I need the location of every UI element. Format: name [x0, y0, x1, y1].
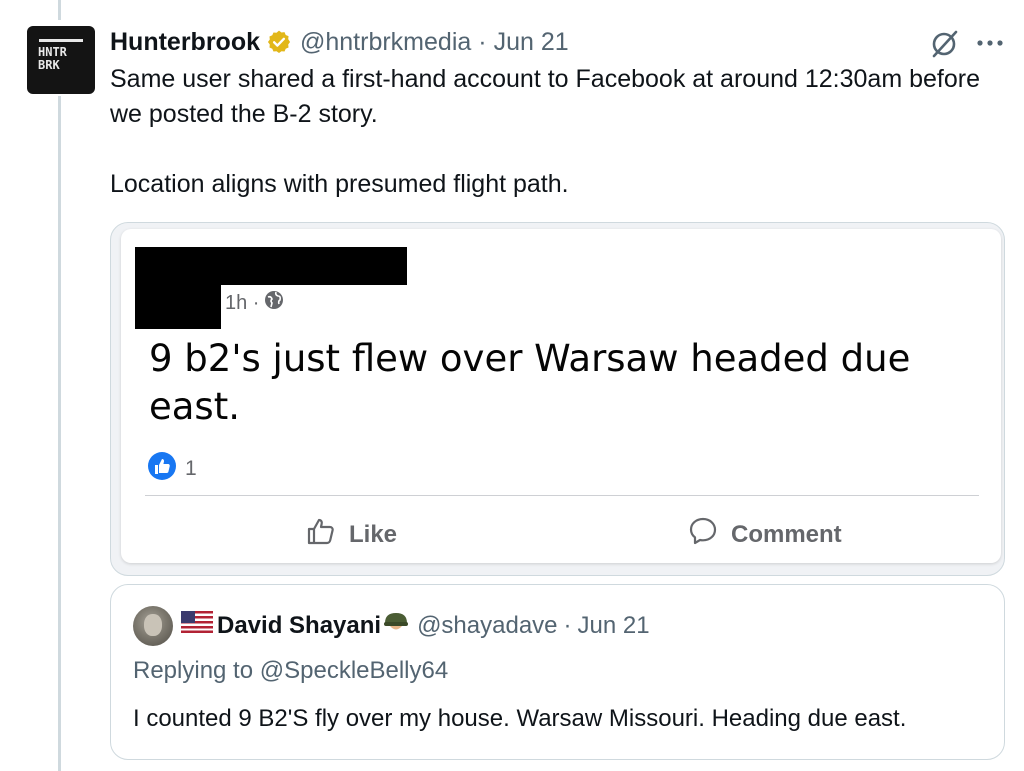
thread-line-top	[58, 0, 61, 20]
facebook-post-text: 9 b2's just flew over Warsaw headed due …	[149, 337, 911, 428]
quoted-author-name: David Shayani	[217, 611, 382, 639]
comment-label: Comment	[731, 520, 842, 548]
tweet-text-paragraph-1: Same user shared a first-hand account to…	[110, 65, 980, 128]
facebook-divider	[145, 495, 979, 496]
logo-bar	[39, 39, 83, 42]
thumbs-up-icon	[305, 515, 337, 554]
tweet-text: Same user shared a first-hand account to…	[110, 62, 1010, 202]
quoted-tweet-text: I counted 9 B2'S fly over my house. Wars…	[133, 705, 907, 732]
quoted-tweet[interactable]: David Shayani @shayadave · Jun 21 Replyi…	[110, 584, 1005, 760]
redacted-profile-photo	[135, 247, 221, 329]
author-name[interactable]: Hunterbrook	[110, 28, 260, 57]
quoted-tweet-date: Jun 21	[577, 611, 650, 639]
grok-icon[interactable]	[928, 26, 962, 60]
tweet-text-paragraph-2: Location aligns with presumed flight pat…	[110, 170, 569, 198]
like-label: Like	[349, 520, 398, 548]
quoted-tweet-header: David Shayani @shayadave · Jun 21	[181, 611, 650, 640]
tweet-date[interactable]: Jun 21	[494, 28, 569, 57]
more-icon[interactable]	[972, 30, 1008, 56]
replying-to: Replying to @SpeckleBelly64	[133, 657, 448, 685]
header-separator: ·	[478, 27, 487, 56]
thread-line-bottom	[58, 96, 61, 771]
tweet-header: Hunterbrook @hntrbrkmedia · Jun 21	[110, 26, 569, 58]
avatar-logo-line2: BRK	[38, 58, 60, 72]
facebook-post-meta: 1h ·	[225, 289, 285, 317]
facebook-like-button: Like	[305, 515, 397, 554]
quoted-author-handle: @shayadave	[417, 611, 558, 639]
verified-badge-icon[interactable]	[266, 29, 292, 55]
globe-icon	[263, 289, 285, 317]
facebook-post-time: 1h ·	[225, 291, 260, 314]
thumbs-up-reaction-icon	[147, 451, 177, 487]
author-handle[interactable]: @hntrbrkmedia	[300, 28, 471, 57]
facebook-post-card: 1h · 9 b2's just flew over Warsaw headed…	[121, 229, 1001, 563]
replying-to-handle: @SpeckleBelly64	[259, 657, 449, 684]
quoted-header-separator: ·	[563, 611, 572, 639]
comment-icon	[687, 515, 719, 554]
quoted-author-avatar	[133, 606, 173, 646]
tweet-media-image[interactable]: 1h · 9 b2's just flew over Warsaw headed…	[110, 222, 1005, 576]
redacted-user-name	[221, 247, 407, 285]
avatar-logo-line1: HNTR	[38, 45, 67, 59]
hunterbrook-avatar[interactable]: HNTR BRK	[27, 26, 95, 94]
us-flag-icon	[181, 611, 213, 640]
facebook-reactions: 1	[147, 451, 197, 487]
replying-prefix: Replying to	[133, 657, 260, 684]
helmet-icon	[383, 611, 409, 640]
facebook-comment-button: Comment	[687, 515, 842, 554]
reaction-count: 1	[185, 457, 197, 480]
